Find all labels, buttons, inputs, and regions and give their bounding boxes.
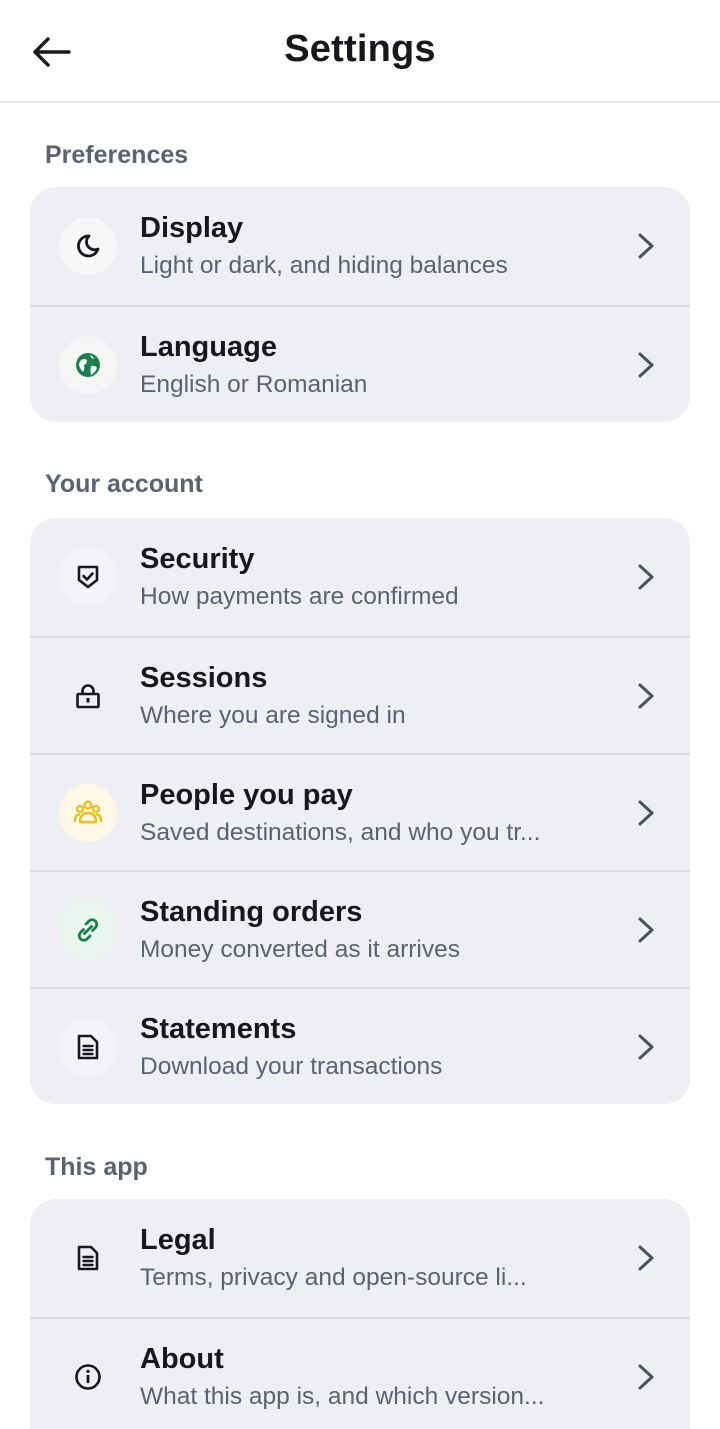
item-title: Language	[140, 330, 277, 363]
item-title: About	[140, 1342, 224, 1375]
item-title: Security	[140, 543, 255, 575]
shield-check-icon	[59, 548, 117, 606]
item-subtitle: Download your transactions	[140, 1052, 443, 1080]
account-group: Security How payments are confirmed Sess…	[30, 518, 690, 1104]
arrow-left-icon	[33, 37, 71, 67]
app-group: Legal Terms, privacy and open-source li.…	[30, 1199, 690, 1429]
item-subtitle: What this app is, and which version...	[140, 1382, 545, 1410]
chevron-right-icon	[638, 683, 654, 708]
item-subtitle: Where you are signed in	[140, 701, 406, 729]
item-title: Display	[140, 212, 244, 244]
item-title: Legal	[140, 1224, 216, 1256]
item-title: Standing orders	[140, 895, 363, 928]
chevron-right-icon	[638, 233, 654, 259]
section-label-this-app: This app	[45, 1153, 148, 1181]
section-label-preferences: Preferences	[45, 141, 189, 169]
back-button[interactable]	[26, 28, 76, 76]
settings-item-display[interactable]: Display Light or dark, and hiding balanc…	[30, 187, 690, 305]
globe-icon	[59, 335, 117, 394]
chevron-right-icon	[638, 917, 654, 942]
link-icon	[59, 900, 117, 959]
chevron-right-icon	[638, 1364, 654, 1389]
info-icon	[59, 1348, 117, 1406]
item-subtitle: Saved destinations, and who you tr...	[140, 818, 541, 846]
lock-icon	[59, 667, 117, 725]
page-title: Settings	[284, 28, 436, 70]
people-icon	[59, 783, 117, 842]
item-subtitle: Light or dark, and hiding balances	[140, 252, 508, 279]
chevron-right-icon	[638, 1245, 654, 1271]
app-header: Settings	[0, 0, 720, 103]
settings-item-sessions[interactable]: Sessions Where you are signed in	[30, 636, 690, 753]
document-icon	[59, 1229, 117, 1287]
item-subtitle: English or Romanian	[140, 370, 368, 398]
document-icon	[59, 1017, 117, 1076]
settings-item-statements[interactable]: Statements Download your transactions	[30, 987, 690, 1104]
item-title: Statements	[140, 1012, 297, 1045]
settings-item-about[interactable]: About What this app is, and which versio…	[30, 1317, 690, 1429]
chevron-right-icon	[638, 564, 654, 590]
item-subtitle: Money converted as it arrives	[140, 935, 460, 963]
moon-icon	[59, 217, 117, 275]
settings-item-legal[interactable]: Legal Terms, privacy and open-source li.…	[30, 1199, 690, 1317]
item-subtitle: How payments are confirmed	[140, 583, 459, 610]
settings-item-people-you-pay[interactable]: People you pay Saved destinations, and w…	[30, 753, 690, 870]
chevron-right-icon	[638, 352, 654, 377]
chevron-right-icon	[638, 1034, 654, 1059]
settings-item-security[interactable]: Security How payments are confirmed	[30, 518, 690, 636]
settings-item-standing-orders[interactable]: Standing orders Money converted as it ar…	[30, 870, 690, 987]
section-label-account: Your account	[45, 470, 203, 498]
preferences-group: Display Light or dark, and hiding balanc…	[30, 187, 690, 422]
item-title: Sessions	[140, 661, 268, 694]
item-subtitle: Terms, privacy and open-source li...	[140, 1264, 527, 1291]
settings-item-language[interactable]: Language English or Romanian	[30, 305, 690, 422]
chevron-right-icon	[638, 800, 654, 825]
item-title: People you pay	[140, 778, 353, 811]
